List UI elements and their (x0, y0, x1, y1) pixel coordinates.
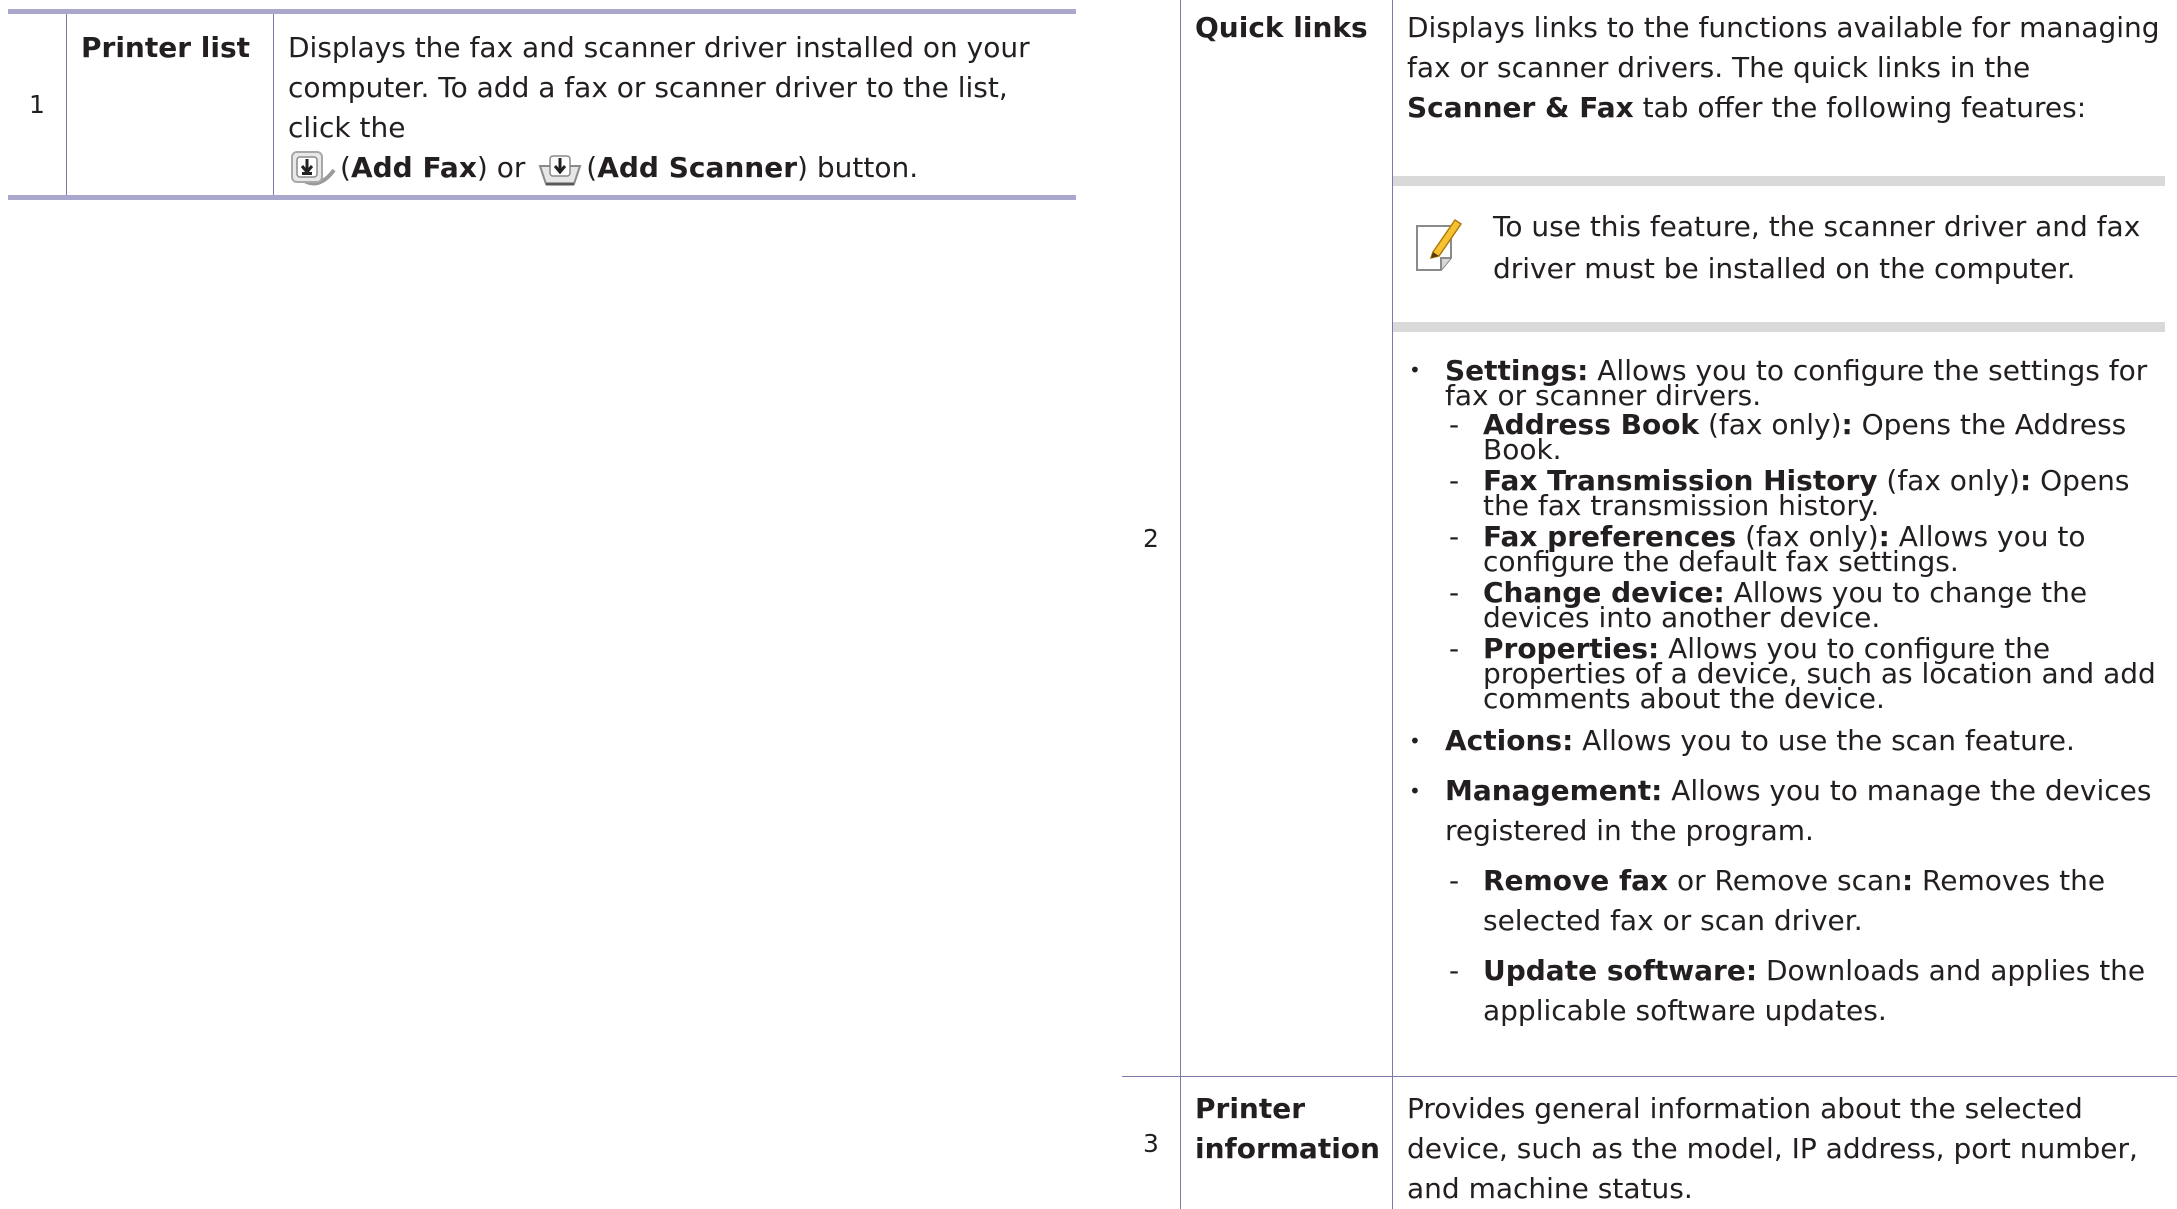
row-label: Quick links (1181, 0, 1393, 1077)
features-list: Settings: Allows you to configure the se… (1407, 358, 2165, 1031)
row-label: Printer list (67, 12, 274, 198)
note-pencil-icon (1411, 214, 1467, 274)
list-item: Address Book (fax only): Opens the Addre… (1445, 412, 2165, 462)
quick-links-intro: Displays links to the functions availabl… (1407, 8, 2165, 128)
add-fax-icon (288, 148, 340, 190)
add-scanner-label: Add Scanner (597, 151, 797, 184)
table-row: 2 Quick links Displays links to the func… (1122, 0, 2177, 1077)
row-description: Displays links to the functions availabl… (1392, 0, 2177, 1077)
row-description: Provides general information about the s… (1392, 1077, 2177, 1209)
row-number: 3 (1122, 1077, 1181, 1209)
printer-list-table: 1 Printer list Displays the fax and scan… (8, 9, 1076, 200)
list-item: Remove fax or Remove scan: Removes the s… (1445, 861, 2165, 941)
note-text: To use this feature, the scanner driver … (1493, 206, 2151, 290)
list-item: Properties: Allows you to configure the … (1445, 636, 2165, 711)
management-sublist: Remove fax or Remove scan: Removes the s… (1445, 861, 2165, 1031)
row-label: Printer information (1181, 1077, 1393, 1209)
table-row: 3 Printer information Provides general i… (1122, 1077, 2177, 1209)
table-row: 1 Printer list Displays the fax and scan… (8, 12, 1076, 198)
row-description: Displays the fax and scanner driver inst… (274, 12, 1077, 198)
row-number: 2 (1122, 0, 1181, 1077)
list-item: Settings: Allows you to configure the se… (1407, 358, 2165, 711)
settings-sublist: Address Book (fax only): Opens the Addre… (1445, 412, 2165, 711)
row-number: 1 (8, 12, 67, 198)
add-scanner-icon (534, 148, 586, 190)
note-box: To use this feature, the scanner driver … (1393, 176, 2165, 332)
printer-list-desc: Displays the fax and scanner driver inst… (288, 31, 1030, 144)
list-item: Fax Transmission History (fax only): Ope… (1445, 468, 2165, 518)
list-item: Fax preferences (fax only): Allows you t… (1445, 524, 2165, 574)
list-item: Change device: Allows you to change the … (1445, 580, 2165, 630)
quick-links-table: 2 Quick links Displays links to the func… (1122, 0, 2177, 1209)
list-item: Management: Allows you to manage the dev… (1407, 771, 2165, 1031)
add-fax-label: Add Fax (351, 151, 477, 184)
list-item: Actions: Allows you to use the scan feat… (1407, 721, 2165, 761)
list-item: Update software: Downloads and applies t… (1445, 951, 2165, 1031)
